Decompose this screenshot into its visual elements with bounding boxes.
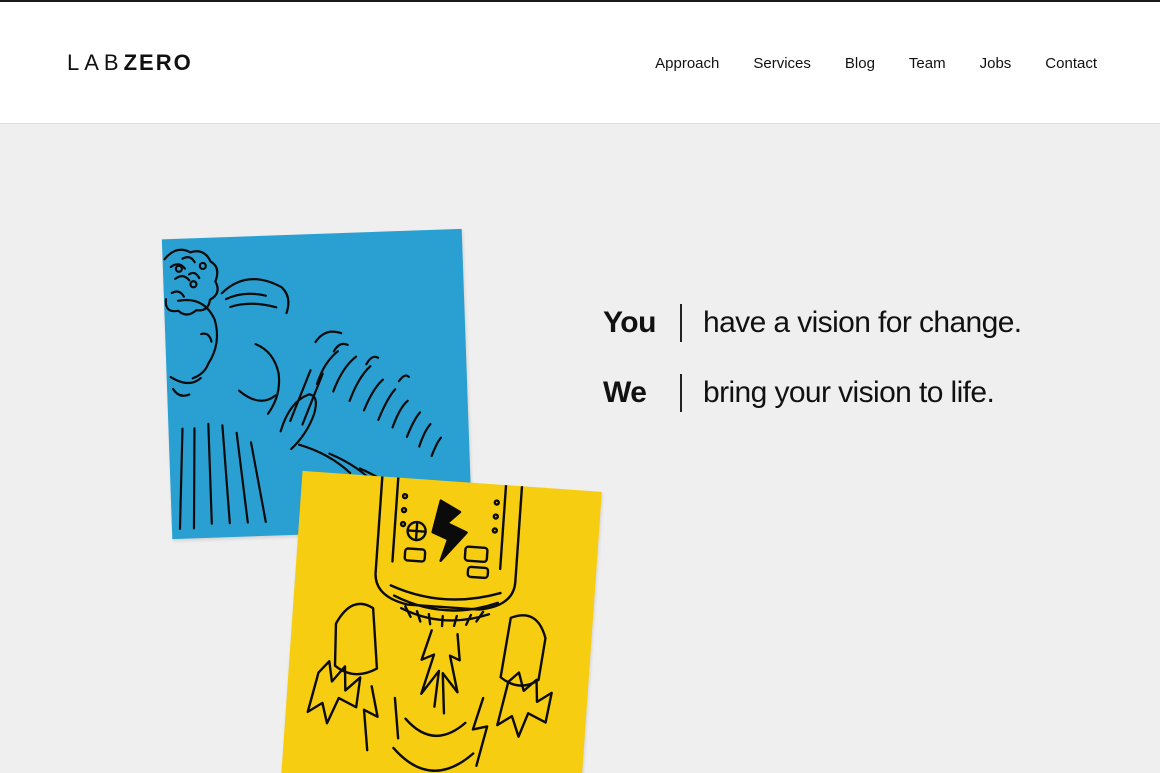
logo[interactable]: LABZERO bbox=[67, 51, 193, 75]
tagline-subject-you: You bbox=[603, 306, 656, 339]
nav-services[interactable]: Services bbox=[753, 55, 811, 73]
nav-blog[interactable]: Blog bbox=[845, 55, 875, 73]
tagline-we: We bring your vision to life. bbox=[603, 373, 995, 413]
tagline-text-you: have a vision for change. bbox=[703, 306, 1022, 339]
tagline-divider bbox=[680, 304, 682, 342]
nav-jobs[interactable]: Jobs bbox=[980, 55, 1012, 73]
nav-approach[interactable]: Approach bbox=[655, 55, 719, 73]
logo-part-lab: LAB bbox=[67, 50, 124, 75]
tagline-divider bbox=[680, 374, 682, 412]
yellow-sticky-note bbox=[280, 470, 602, 773]
hero-section: You have a vision for change. We bring y… bbox=[0, 125, 1160, 773]
tagline-subject-we: We bbox=[603, 376, 647, 409]
nav-contact[interactable]: Contact bbox=[1045, 55, 1097, 73]
tagline-text-we: bring your vision to life. bbox=[703, 376, 995, 409]
nav-team[interactable]: Team bbox=[909, 55, 946, 73]
site-header: LABZERO Approach Services Blog Team Jobs… bbox=[0, 2, 1160, 124]
main-nav: Approach Services Blog Team Jobs Contact bbox=[655, 55, 1097, 73]
logo-part-zero: ZERO bbox=[123, 50, 193, 75]
rocket-sketch-icon bbox=[306, 475, 553, 772]
tagline-you: You have a vision for change. bbox=[603, 303, 1022, 343]
